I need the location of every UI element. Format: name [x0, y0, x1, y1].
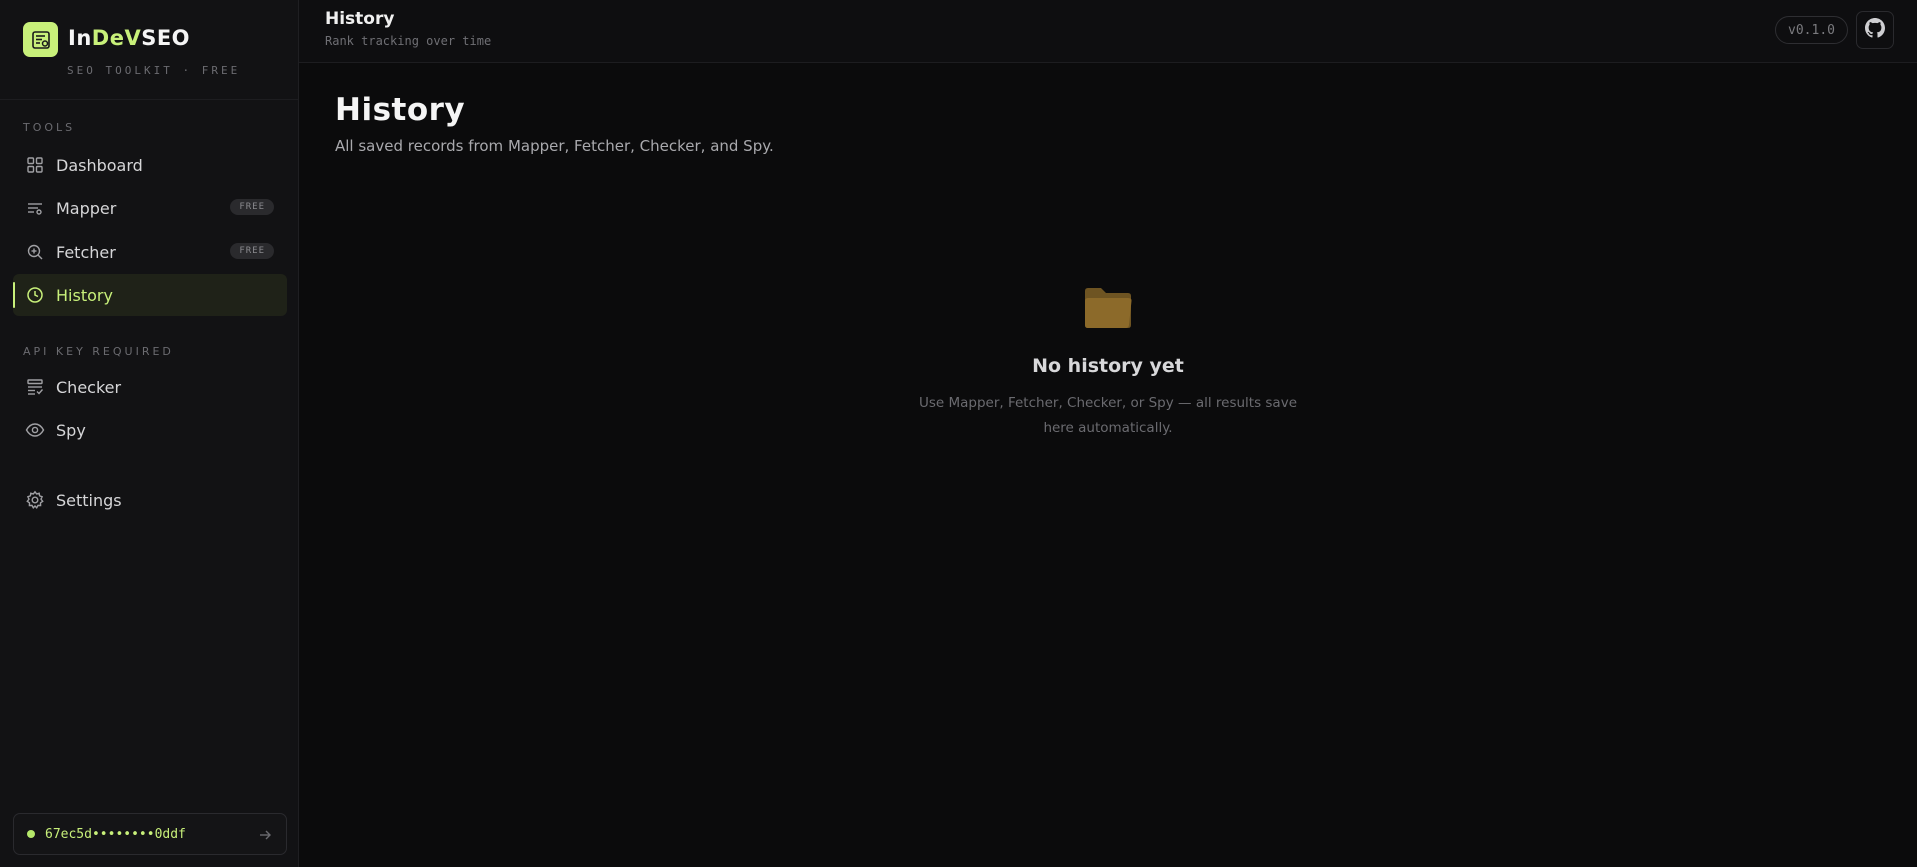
eye-icon — [25, 420, 45, 440]
section-label-api: API KEY REQUIRED — [23, 345, 174, 358]
empty-description: Use Mapper, Fetcher, Checker, or Spy — a… — [918, 395, 1298, 436]
brand-header: InDeVSEO SEO TOOLKIT · FREE — [0, 0, 298, 100]
sidebar-item-history[interactable]: History — [13, 274, 287, 316]
sidebar-item-dashboard[interactable]: Dashboard — [13, 144, 287, 186]
sidebar-item-label: Checker — [56, 377, 122, 397]
grid-icon — [25, 155, 45, 175]
sidebar-item-label: Fetcher — [56, 242, 116, 262]
brand-name-accent: DeV — [91, 26, 142, 50]
sidebar-item-label: Dashboard — [56, 155, 143, 175]
list-check-icon — [25, 377, 45, 397]
arrow-right-icon — [258, 827, 272, 846]
main-content: History Rank tracking over time v0.1.0 H… — [299, 0, 1917, 867]
topbar-subtitle: Rank tracking over time — [325, 34, 492, 48]
gear-icon — [25, 490, 45, 510]
page-title: History — [335, 92, 466, 128]
sidebar-item-checker[interactable]: Checker — [13, 366, 287, 408]
empty-state: No history yet Use Mapper, Fetcher, Chec… — [299, 285, 1917, 441]
section-label-tools: TOOLS — [23, 121, 76, 134]
brand-name-prefix: In — [68, 26, 92, 50]
brand-tagline: SEO TOOLKIT · FREE — [67, 64, 241, 77]
status-dot — [27, 830, 35, 838]
sidebar-item-label: Mapper — [56, 198, 117, 218]
api-key-text: 67ec5d••••••••0ddf — [45, 826, 186, 842]
brand-name-suffix: SEO — [141, 26, 191, 50]
github-icon — [1865, 18, 1885, 42]
sidebar-item-label: History — [56, 285, 113, 305]
app-root: InDeVSEO SEO TOOLKIT · FREE TOOLS Dashbo… — [0, 0, 1917, 867]
empty-title: No history yet — [1032, 355, 1184, 377]
sidebar-item-fetcher[interactable]: Fetcher FREE — [13, 231, 287, 273]
sidebar-item-label: Spy — [56, 420, 86, 440]
topbar: History Rank tracking over time v0.1.0 — [299, 0, 1917, 63]
sidebar-item-mapper[interactable]: Mapper FREE — [13, 187, 287, 229]
sidebar: InDeVSEO SEO TOOLKIT · FREE TOOLS Dashbo… — [0, 0, 299, 867]
logo-icon[interactable] — [23, 22, 58, 57]
free-badge: FREE — [230, 243, 274, 259]
sidebar-item-label: Settings — [56, 490, 122, 510]
zoom-icon — [25, 242, 45, 262]
sidebar-item-settings[interactable]: Settings — [13, 479, 287, 521]
api-key-button[interactable]: 67ec5d••••••••0ddf — [13, 813, 287, 855]
page-subtitle: All saved records from Mapper, Fetcher, … — [335, 137, 774, 155]
sidebar-item-spy[interactable]: Spy — [13, 409, 287, 451]
brand-name: InDeVSEO — [68, 26, 190, 50]
free-badge: FREE — [230, 199, 274, 215]
topbar-title: History — [325, 9, 395, 29]
folder-icon — [1082, 285, 1134, 335]
clock-icon — [25, 285, 45, 305]
version-badge: v0.1.0 — [1775, 16, 1848, 44]
github-button[interactable] — [1856, 11, 1894, 49]
list-filter-icon — [25, 198, 45, 218]
